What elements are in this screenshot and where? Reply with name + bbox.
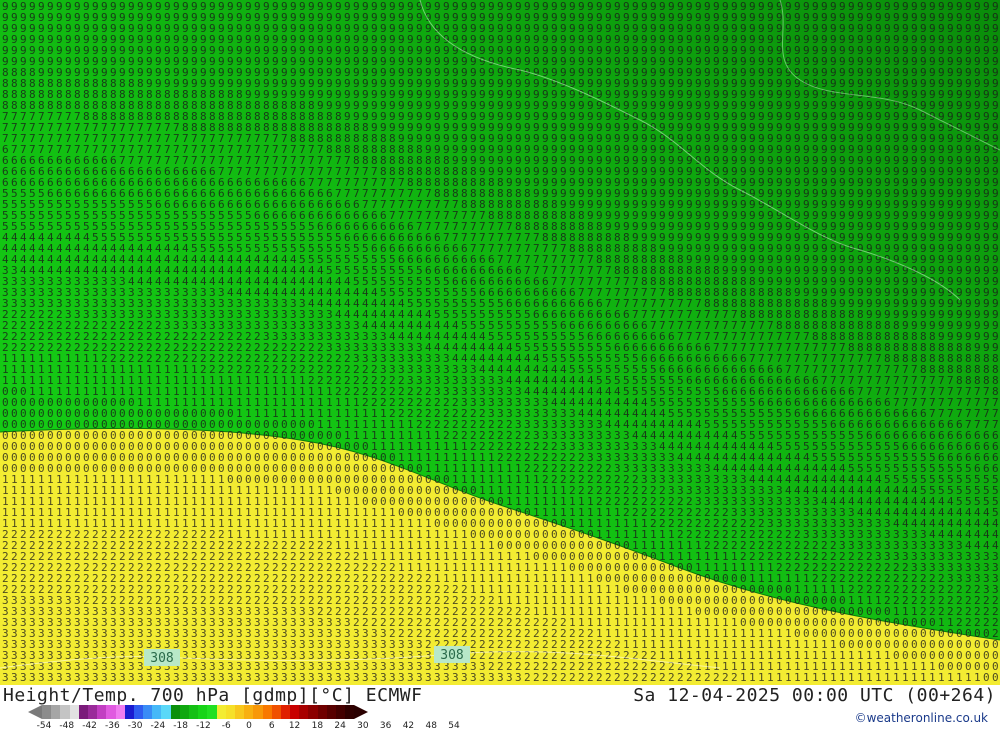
scale-tick-label: -54: [37, 721, 52, 731]
contour-label-308: 308: [434, 646, 470, 663]
scale-swatch: [216, 705, 226, 719]
scale-swatch: [161, 705, 171, 719]
valid-time: Sa 12-04-2025 00:00 UTC (00+264): [633, 685, 996, 706]
scale-swatch: [271, 705, 281, 719]
scale-tick-label: -24: [151, 721, 166, 731]
scale-tick-label: 0: [246, 721, 252, 731]
scale-swatch: [280, 705, 291, 719]
scale-tick-label: 24: [334, 721, 345, 731]
grid-value-layer: 9999999999999999999999999999999999999999…: [2, 0, 999, 684]
scale-tick-label: -6: [222, 721, 231, 731]
scale-tick-label: -48: [59, 721, 74, 731]
scale-swatches: [42, 705, 355, 719]
scale-tick-label: 6: [269, 721, 275, 731]
scale-tick-label: 54: [448, 721, 459, 731]
scale-swatch: [299, 705, 309, 719]
temperature-field: 9999999999999999999999999999999999999999…: [0, 0, 1000, 685]
scale-swatch: [345, 705, 355, 719]
scale-swatch: [253, 705, 263, 719]
scale-swatch: [115, 705, 125, 719]
scale-swatch: [51, 705, 61, 719]
scale-swatch: [244, 705, 254, 719]
scale-tick-label: -30: [128, 721, 143, 731]
scale-tick-label: 48: [425, 721, 436, 731]
scale-swatch: [97, 705, 107, 719]
credit-link[interactable]: ©weatheronline.co.uk: [855, 711, 988, 725]
scale-swatch: [133, 705, 144, 719]
color-scale: [28, 705, 369, 719]
scale-swatch: [336, 705, 346, 719]
scale-swatch: [234, 705, 245, 719]
scale-swatch: [262, 705, 272, 719]
scale-swatch: [290, 705, 300, 719]
scale-arrow-left-icon: [28, 705, 42, 719]
scale-tick-label: -42: [82, 721, 97, 731]
scale-tick-label: 42: [403, 721, 414, 731]
scale-tick-label: 18: [312, 721, 323, 731]
scale-swatch: [78, 705, 88, 719]
scale-tick-label: -18: [173, 721, 188, 731]
scale-swatch: [207, 705, 217, 719]
scale-swatch: [60, 705, 70, 719]
scale-swatch: [189, 705, 199, 719]
scale-swatch: [179, 705, 189, 719]
scale-swatch: [106, 705, 116, 719]
scale-swatch: [170, 705, 180, 719]
scale-tick-label: -12: [196, 721, 211, 731]
scale-tick-labels: -54 -48 -42 -36 -30 -24 -18 -12 -6 0 6 12 18 24 30 36 42…: [30, 721, 470, 733]
scale-swatch: [87, 705, 98, 719]
scale-swatch: [317, 705, 327, 719]
scale-tick-label: 36: [380, 721, 391, 731]
contour-label-308: 308: [144, 649, 180, 666]
scale-swatch: [143, 705, 153, 719]
scale-tick-label: 12: [289, 721, 300, 731]
map-title: Height/Temp. 700 hPa [gdmp][°C] ECMWF: [3, 685, 422, 706]
scale-swatch: [69, 705, 79, 719]
scale-swatch: [225, 705, 235, 719]
scale-tick-label: -36: [105, 721, 120, 731]
scale-swatch: [152, 705, 162, 719]
map-footer: Height/Temp. 700 hPa [gdmp][°C] ECMWF Sa…: [0, 685, 1000, 733]
weather-map: 9999999999999999999999999999999999999999…: [0, 0, 1000, 685]
scale-swatch: [124, 705, 134, 719]
scale-swatch: [326, 705, 336, 719]
scale-arrow-right-icon: [354, 705, 369, 719]
scale-swatch: [42, 705, 52, 719]
scale-tick-label: 30: [357, 721, 368, 731]
scale-swatch: [308, 705, 318, 719]
scale-swatch: [198, 705, 208, 719]
